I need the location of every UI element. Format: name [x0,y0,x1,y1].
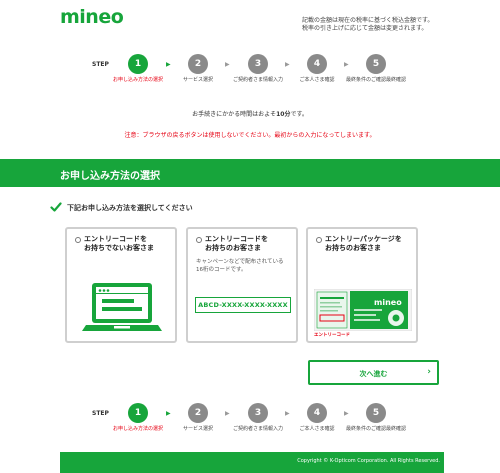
entry-package-image: mineo [314,289,412,331]
step-name: 最終条件のご確認最終確認 [345,426,406,432]
next-button[interactable]: 次へ進む › [308,360,439,385]
step-number: 5 [366,403,386,423]
warning-note: 注意：ブラウザの戻るボタンは使用しないでください。最初からの入力になってしまいま… [124,132,376,139]
step-number: 1 [128,54,148,74]
option-title: エントリーコードを お持ちのお客さま [205,235,297,253]
step-arrow-icon: ▶ [166,61,171,68]
step-arrow-icon: ▶ [344,410,349,417]
instruction-text: 下記お申し込み方法を選択してください [67,204,193,212]
section-banner: お申し込み方法の選択 [0,159,500,187]
step-indicator-top: STEP 1 お申し込み方法の選択 ▶ 2 サービス選択 ▶ 3 ご契約者さま情… [90,54,420,96]
step-number: 5 [366,54,386,74]
chevron-right-icon: › [427,367,431,377]
header: mineo 記載の金額は現在の税率に基づく税込金額です。 税率の引き上げに応じて… [0,0,500,40]
package-logo: mineo [374,298,402,307]
step-3: 3 ご契約者さま情報入力 [233,403,283,432]
tax-note: 記載の金額は現在の税率に基づく税込金額です。 税率の引き上げに応じて金額は変更さ… [302,17,472,33]
radio-button[interactable] [316,237,322,243]
step-5: 5 最終条件のご確認最終確認 [346,54,406,83]
entry-code-sample-text: ABCD-XXXX-XXXX-XXXX [198,301,288,309]
time-note: お手続きにかかる時間はおよそ10分です。 [0,109,500,118]
option-has-entry-code[interactable]: エントリーコードを お持ちのお客さま キャンペーンなどで配布されている16桁のコ… [186,227,298,343]
step-label: STEP [92,61,109,68]
step-name: 最終条件のご確認最終確認 [345,77,406,83]
radio-button[interactable] [196,237,202,243]
step-number: 4 [307,54,327,74]
step-4: 4 ご本人さま確認 [299,54,335,83]
step-1: 1 お申し込み方法の選択 [113,403,163,432]
option-title-line2: お持ちでないお客さま [84,244,154,252]
option-title-line2: お持ちのお客さま [325,244,381,252]
option-title-line1: エントリーパッケージを [325,235,402,243]
step-1: 1 お申し込み方法の選択 [113,54,163,83]
copyright: Copyright © K-Opticom Corporation. All R… [297,458,440,464]
step-number: 1 [128,403,148,423]
option-title-line1: エントリーコードを [84,235,147,243]
step-arrow-icon: ▶ [225,410,230,417]
step-2: 2 サービス選択 [183,54,213,83]
mineo-logo[interactable]: mineo [60,6,124,28]
step-3: 3 ご契約者さま情報入力 [233,54,283,83]
option-has-entry-package[interactable]: エントリーパッケージを お持ちのお客さま mineo エントリーコード [306,227,418,343]
step-number: 2 [188,54,208,74]
step-arrow-icon: ▶ [285,410,290,417]
tax-note-line2: 税率の引き上げに応じて金額は変更されます。 [302,25,428,32]
step-indicator-bottom: STEP 1 お申し込み方法の選択 ▶ 2 サービス選択 ▶ 3 ご契約者さま情… [90,403,420,445]
checkmark-icon [50,202,62,212]
time-value: 10分 [276,111,291,118]
step-2: 2 サービス選択 [183,403,213,432]
step-arrow-icon: ▶ [285,61,290,68]
time-prefix: お手続きにかかる時間はおよそ [192,111,277,118]
step-arrow-icon: ▶ [166,410,171,417]
radio-button[interactable] [75,237,81,243]
time-suffix: です。 [290,111,308,118]
step-number: 3 [248,403,268,423]
option-title-line1: エントリーコードを [205,235,268,243]
option-title: エントリーパッケージを お持ちのお客さま [325,235,417,253]
option-no-entry-code[interactable]: エントリーコードを お持ちでないお客さま [65,227,177,343]
option-description: キャンペーンなどで配布されている16桁のコードです。 [196,259,284,273]
step-4: 4 ご本人さま確認 [299,403,335,432]
step-number: 4 [307,403,327,423]
step-number: 2 [188,403,208,423]
section-title: お申し込み方法の選択 [60,171,160,182]
footer: Copyright © K-Opticom Corporation. All R… [60,452,444,473]
step-arrow-icon: ▶ [225,61,230,68]
step-5: 5 最終条件のご確認最終確認 [346,403,406,432]
option-title-line2: お持ちのお客さま [205,244,261,252]
tax-note-line1: 記載の金額は現在の税率に基づく税込金額です。 [302,17,434,24]
step-arrow-icon: ▶ [344,61,349,68]
laptop-icon [82,283,162,331]
option-title: エントリーコードを お持ちでないお客さま [84,235,176,253]
package-label: エントリーコード [314,333,350,338]
step-number: 3 [248,54,268,74]
next-button-label: 次へ進む [359,370,388,378]
step-label: STEP [92,410,109,417]
entry-code-sample: ABCD-XXXX-XXXX-XXXX [195,297,291,313]
